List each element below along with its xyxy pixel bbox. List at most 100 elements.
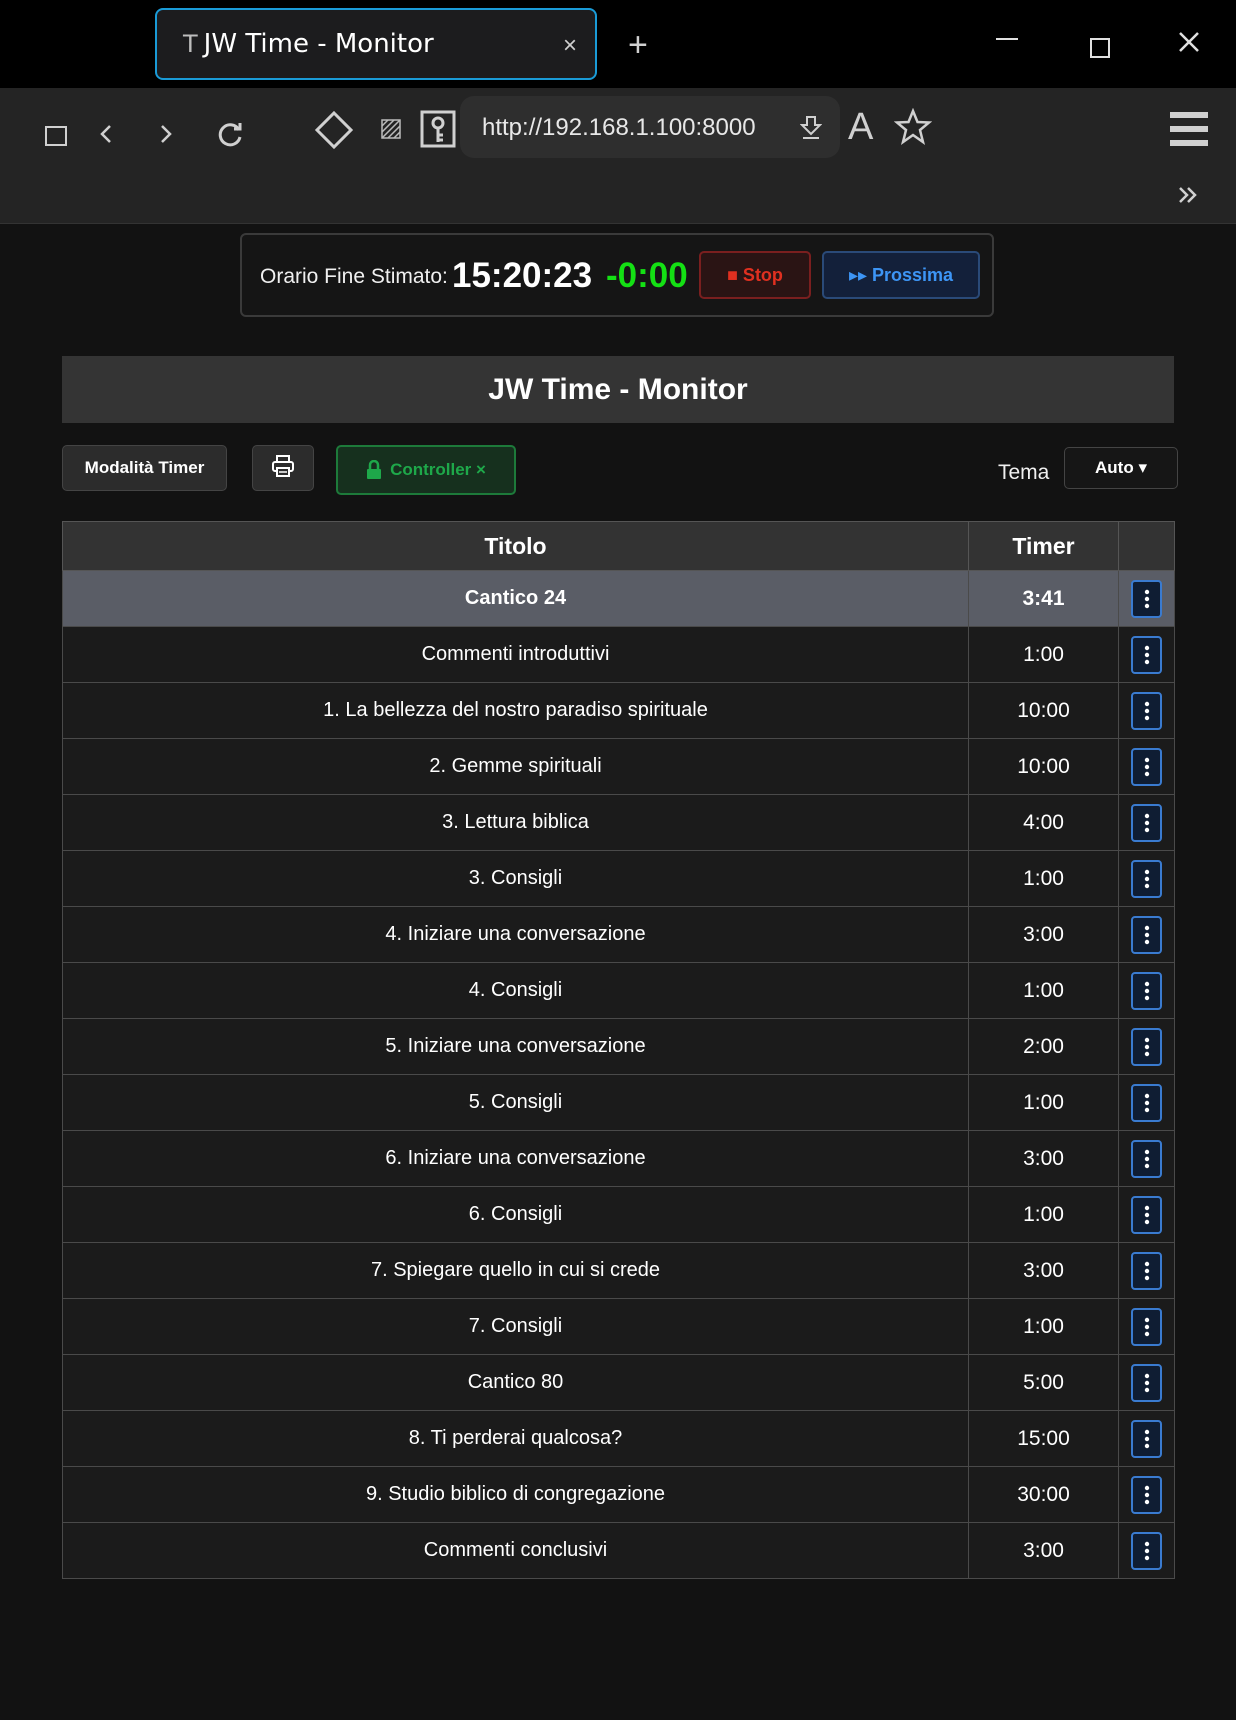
address-bar[interactable]: http://192.168.1.100:8000 bbox=[460, 96, 840, 158]
row-title: 9. Studio biblico di congregazione bbox=[62, 1466, 969, 1523]
row-menu-button[interactable] bbox=[1131, 1139, 1162, 1178]
table-row[interactable]: 4. Consigli 1:00 bbox=[62, 962, 1175, 1019]
table-row[interactable]: Commenti introduttivi 1:00 bbox=[62, 626, 1175, 683]
time-delta: -0:00 bbox=[606, 256, 688, 295]
table-row[interactable]: 3. Lettura biblica 4:00 bbox=[62, 794, 1175, 851]
row-menu-button[interactable] bbox=[1131, 635, 1162, 674]
table-row[interactable]: 4. Iniziare una conversazione 3:00 bbox=[62, 906, 1175, 963]
row-actions bbox=[1118, 794, 1175, 851]
table-row[interactable]: 3. Consigli 1:00 bbox=[62, 850, 1175, 907]
row-menu-button[interactable] bbox=[1131, 1363, 1162, 1402]
row-menu-button[interactable] bbox=[1131, 747, 1162, 786]
row-menu-button[interactable] bbox=[1131, 1251, 1162, 1290]
column-header-actions bbox=[1118, 521, 1175, 571]
table-row[interactable]: 5. Consigli 1:00 bbox=[62, 1074, 1175, 1131]
row-actions bbox=[1118, 1298, 1175, 1355]
kebab-menu-icon bbox=[1144, 1093, 1149, 1112]
row-menu-button[interactable] bbox=[1131, 859, 1162, 898]
table-row[interactable]: 6. Consigli 1:00 bbox=[62, 1186, 1175, 1243]
tab-close-icon[interactable]: × bbox=[563, 32, 577, 60]
stop-button[interactable]: ■ Stop bbox=[699, 251, 811, 299]
table-row[interactable]: 9. Studio biblico di congregazione 30:00 bbox=[62, 1466, 1175, 1523]
row-timer: 1:00 bbox=[968, 626, 1119, 683]
reader-icon[interactable]: A bbox=[848, 108, 873, 146]
row-title: 3. Consigli bbox=[62, 850, 969, 907]
back-icon[interactable] bbox=[98, 120, 114, 151]
row-title: 6. Consigli bbox=[62, 1186, 969, 1243]
table-row[interactable]: 2. Gemme spirituali 10:00 bbox=[62, 738, 1175, 795]
table-row[interactable]: 7. Consigli 1:00 bbox=[62, 1298, 1175, 1355]
kebab-menu-icon bbox=[1144, 869, 1149, 888]
close-window-button[interactable] bbox=[1177, 30, 1201, 59]
row-title: Commenti introduttivi bbox=[62, 626, 969, 683]
row-menu-button[interactable] bbox=[1131, 1083, 1162, 1122]
kebab-menu-icon bbox=[1144, 1429, 1149, 1448]
page-title: JW Time - Monitor bbox=[62, 356, 1174, 423]
table-row[interactable]: Cantico 80 5:00 bbox=[62, 1354, 1175, 1411]
row-menu-button[interactable] bbox=[1131, 971, 1162, 1010]
kebab-menu-icon bbox=[1144, 1261, 1149, 1280]
diamond-icon[interactable] bbox=[314, 110, 354, 153]
row-menu-button[interactable] bbox=[1131, 579, 1162, 618]
row-timer: 1:00 bbox=[968, 850, 1119, 907]
row-timer: 30:00 bbox=[968, 1466, 1119, 1523]
kebab-menu-icon bbox=[1144, 1541, 1149, 1560]
row-actions bbox=[1118, 906, 1175, 963]
print-button[interactable] bbox=[252, 445, 314, 491]
row-actions bbox=[1118, 1410, 1175, 1467]
row-timer: 3:00 bbox=[968, 1242, 1119, 1299]
table-row[interactable]: 7. Spiegare quello in cui si crede 3:00 bbox=[62, 1242, 1175, 1299]
row-actions bbox=[1118, 1354, 1175, 1411]
forward-icon[interactable] bbox=[158, 120, 174, 151]
row-menu-button[interactable] bbox=[1131, 915, 1162, 954]
overflow-icon[interactable] bbox=[1178, 186, 1198, 207]
next-button[interactable]: ▸▸ Prossima bbox=[822, 251, 980, 299]
kebab-menu-icon bbox=[1144, 645, 1149, 664]
row-timer: 4:00 bbox=[968, 794, 1119, 851]
row-menu-button[interactable] bbox=[1131, 1307, 1162, 1346]
kebab-menu-icon bbox=[1144, 701, 1149, 720]
row-menu-button[interactable] bbox=[1131, 1475, 1162, 1514]
table-row[interactable]: 6. Iniziare una conversazione 3:00 bbox=[62, 1130, 1175, 1187]
row-timer: 2:00 bbox=[968, 1018, 1119, 1075]
kebab-menu-icon bbox=[1144, 813, 1149, 832]
table-row[interactable]: Cantico 24 3:41 bbox=[62, 570, 1175, 627]
row-menu-button[interactable] bbox=[1131, 1531, 1162, 1570]
kebab-menu-icon bbox=[1144, 1485, 1149, 1504]
row-menu-button[interactable] bbox=[1131, 803, 1162, 842]
row-menu-button[interactable] bbox=[1131, 1419, 1162, 1458]
row-timer: 10:00 bbox=[968, 738, 1119, 795]
row-title: 5. Iniziare una conversazione bbox=[62, 1018, 969, 1075]
row-actions bbox=[1118, 1186, 1175, 1243]
reload-icon[interactable] bbox=[214, 118, 246, 153]
menu-icon[interactable] bbox=[1170, 110, 1208, 151]
minimize-button[interactable] bbox=[996, 38, 1018, 40]
table-row[interactable]: 5. Iniziare una conversazione 2:00 bbox=[62, 1018, 1175, 1075]
key-icon[interactable] bbox=[420, 110, 456, 151]
download-icon[interactable] bbox=[799, 114, 823, 145]
row-menu-button[interactable] bbox=[1131, 1027, 1162, 1066]
new-tab-button[interactable]: + bbox=[628, 28, 648, 62]
table-row[interactable]: Commenti conclusivi 3:00 bbox=[62, 1522, 1175, 1579]
maximize-button[interactable] bbox=[1090, 38, 1110, 58]
browser-tab[interactable]: T JW Time - Monitor × bbox=[155, 8, 597, 80]
sidebar-icon[interactable] bbox=[44, 124, 68, 151]
star-icon[interactable] bbox=[893, 107, 933, 149]
row-timer: 3:00 bbox=[968, 906, 1119, 963]
kebab-menu-icon bbox=[1144, 925, 1149, 944]
table-row[interactable]: 8. Ti perderai qualcosa? 15:00 bbox=[62, 1410, 1175, 1467]
controller-button[interactable]: Controller × bbox=[336, 445, 516, 495]
timer-mode-button[interactable]: Modalità Timer bbox=[62, 445, 227, 491]
striped-icon[interactable] bbox=[380, 118, 402, 143]
row-menu-button[interactable] bbox=[1131, 1195, 1162, 1234]
theme-select[interactable]: Auto ▾ bbox=[1064, 447, 1178, 489]
tab-title: JW Time - Monitor bbox=[203, 29, 434, 59]
row-title: 7. Consigli bbox=[62, 1298, 969, 1355]
url-text[interactable]: http://192.168.1.100:8000 bbox=[482, 114, 756, 142]
table-header-row: Titolo Timer bbox=[62, 521, 1175, 571]
row-timer: 15:00 bbox=[968, 1410, 1119, 1467]
table-row[interactable]: 1. La bellezza del nostro paradiso spiri… bbox=[62, 682, 1175, 739]
row-actions bbox=[1118, 850, 1175, 907]
row-menu-button[interactable] bbox=[1131, 691, 1162, 730]
row-title: 2. Gemme spirituali bbox=[62, 738, 969, 795]
